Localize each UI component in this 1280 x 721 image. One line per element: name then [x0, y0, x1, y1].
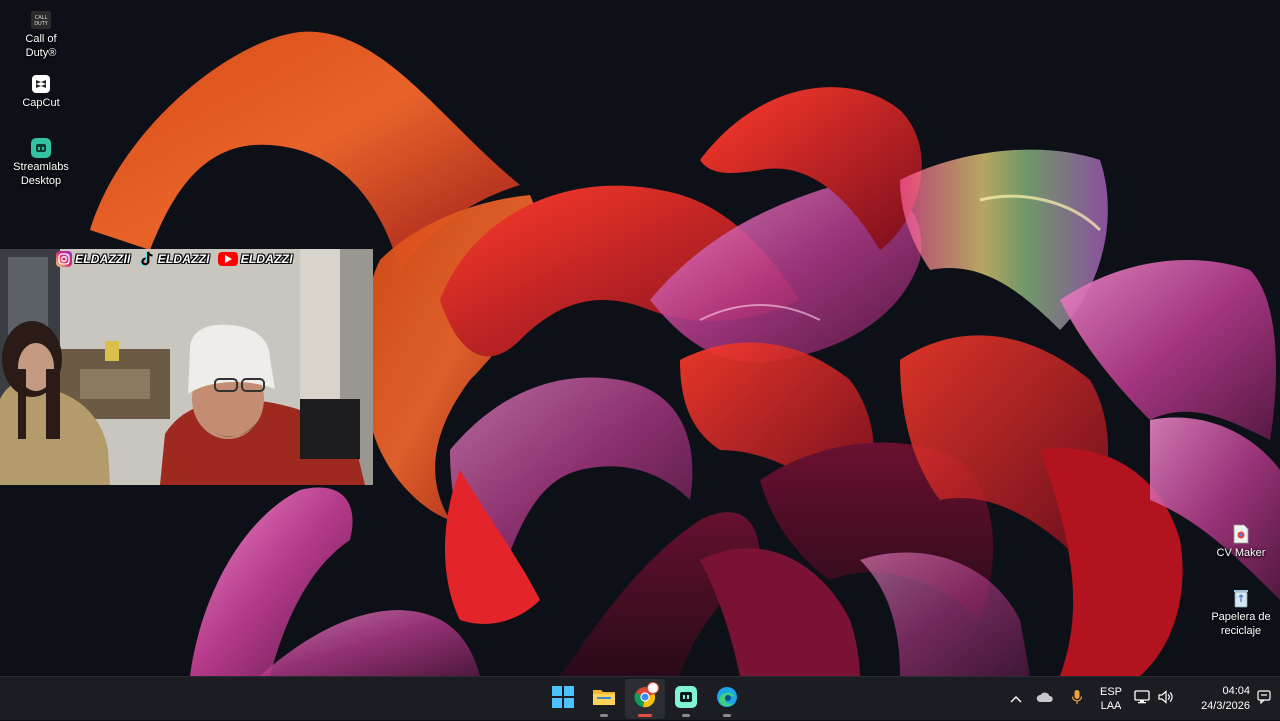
- volume-button[interactable]: [1154, 689, 1178, 709]
- edge-icon: [716, 686, 738, 713]
- desktop-icon-cv-maker[interactable]: CV Maker: [1203, 524, 1279, 560]
- streamlabs-icon: [31, 138, 51, 158]
- notification-bell-icon: [1257, 689, 1271, 709]
- webcam-overlay: [0, 249, 373, 485]
- streamlabs-icon: [675, 685, 697, 713]
- running-indicator: [682, 714, 690, 717]
- taskbar-edge[interactable]: [707, 679, 747, 719]
- clock-time: 04:04: [1222, 685, 1250, 697]
- tiktok-icon: [139, 251, 155, 267]
- show-hidden-icons-button[interactable]: [1004, 690, 1028, 708]
- input-language-button[interactable]: ESP LAA: [1092, 685, 1130, 713]
- clock-date: 24/3/2026: [1201, 700, 1250, 712]
- desktop-icon-recycle-bin[interactable]: Papelera de reciclaje: [1203, 588, 1279, 638]
- youtube-handle: ELDAZZI: [217, 252, 293, 266]
- windows-start-icon: [552, 685, 574, 713]
- instagram-icon: [56, 251, 72, 267]
- desktop-icon-capcut[interactable]: CapCut: [3, 74, 79, 110]
- chevron-up-icon: [1010, 690, 1022, 708]
- youtube-icon: [217, 252, 238, 266]
- language-code: ESP: [1099, 686, 1122, 698]
- youtube-handle-text: ELDAZZI: [240, 252, 293, 266]
- svg-text:DUTY: DUTY: [34, 21, 49, 27]
- network-button[interactable]: [1130, 689, 1154, 709]
- cloud-icon: [1036, 690, 1054, 708]
- recycle-bin-icon: [1231, 588, 1251, 608]
- microphone-icon: [1071, 689, 1083, 710]
- taskbar-chrome[interactable]: [625, 679, 665, 719]
- clock-button[interactable]: 04:04 24/3/2026: [1178, 684, 1250, 714]
- running-indicator: [600, 714, 608, 717]
- taskbar-file-explorer[interactable]: [584, 679, 624, 719]
- desktop-icon-label: CapCut: [22, 97, 60, 109]
- notification-badge: [647, 682, 659, 694]
- microphone-button[interactable]: [1062, 689, 1092, 710]
- desktop-icon-label: Call of Duty®: [25, 33, 57, 59]
- tiktok-handle-text: ELDAZZI: [157, 252, 210, 266]
- running-indicator: [638, 714, 652, 717]
- folder-icon: [592, 687, 616, 712]
- instagram-handle: ELDAZZII: [56, 251, 131, 267]
- desktop-icon-label: Papelera de reciclaje: [1211, 611, 1271, 637]
- taskbar-streamlabs[interactable]: [666, 679, 706, 719]
- running-indicator: [723, 714, 731, 717]
- social-handles-bar: ELDAZZII ELDAZZI ELDAZZI: [56, 250, 293, 268]
- desktop: CALL DUTY Call of Duty® CapCut Streamlabs…: [0, 0, 1280, 676]
- speaker-icon: [1158, 689, 1174, 709]
- onedrive-button[interactable]: [1028, 690, 1062, 708]
- cv-maker-file-icon: [1231, 524, 1251, 544]
- desktop-icon-streamlabs[interactable]: Streamlabs Desktop: [3, 138, 79, 188]
- taskbar: ESP LAA 04:04 24/3/2026: [0, 676, 1280, 720]
- instagram-handle-text: ELDAZZII: [75, 252, 131, 266]
- desktop-icon-label: CV Maker: [1216, 547, 1266, 559]
- network-icon: [1134, 689, 1150, 709]
- start-button[interactable]: [543, 679, 583, 719]
- taskbar-apps: [543, 677, 747, 721]
- desktop-icon-label: Streamlabs Desktop: [13, 161, 69, 187]
- system-tray: ESP LAA 04:04 24/3/2026: [1004, 677, 1278, 721]
- capcut-icon: [31, 74, 51, 94]
- desktop-icon-call-of-duty[interactable]: CALL DUTY Call of Duty®: [3, 10, 79, 60]
- notifications-button[interactable]: [1250, 689, 1278, 709]
- tiktok-handle: ELDAZZI: [139, 251, 210, 267]
- language-layout: LAA: [1100, 700, 1122, 712]
- call-of-duty-icon: CALL DUTY: [31, 10, 51, 30]
